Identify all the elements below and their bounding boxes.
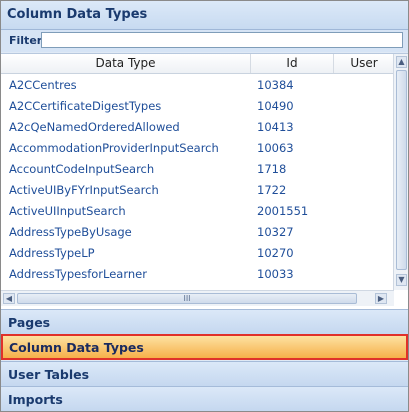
- table-row[interactable]: A2CCentres 10384: [1, 74, 394, 95]
- id-cell: 2001551: [257, 204, 309, 218]
- nav-user-tables-label: User Tables: [8, 367, 90, 382]
- panel-header: Column Data Types: [1, 1, 408, 30]
- id-cell: 1718: [257, 162, 287, 176]
- column-header-data-type[interactable]: Data Type: [1, 56, 250, 70]
- id-cell: 10327: [257, 225, 294, 239]
- horizontal-scrollbar[interactable]: ◀ III ▶: [1, 290, 394, 306]
- column-header-user[interactable]: User: [334, 56, 394, 70]
- panel-title: Column Data Types: [7, 7, 148, 22]
- table-row[interactable]: AgeBand 2001357: [1, 284, 394, 289]
- vertical-scrollbar[interactable]: ▲ ▼: [393, 54, 408, 290]
- horizontal-scroll-thumb[interactable]: III: [17, 293, 357, 304]
- data-type-cell: A2CCertificateDigestTypes: [9, 99, 162, 113]
- scroll-down-arrow-icon[interactable]: ▼: [396, 274, 407, 286]
- table-row[interactable]: A2CCertificateDigestTypes 10490: [1, 95, 394, 116]
- data-type-cell: ActiveUIInputSearch: [9, 204, 126, 218]
- filter-bar: Filter: [1, 30, 408, 52]
- data-type-cell: AgeBand: [9, 288, 61, 289]
- scroll-up-arrow-icon[interactable]: ▲: [396, 56, 407, 68]
- id-cell: 1722: [257, 183, 287, 197]
- table-row[interactable]: AccommodationProviderInputSearch 10063: [1, 137, 394, 158]
- scroll-right-arrow-icon[interactable]: ▶: [375, 293, 387, 304]
- id-cell: 10384: [257, 78, 294, 92]
- id-cell: 2001357: [257, 288, 308, 289]
- id-cell: 10063: [257, 141, 294, 155]
- data-types-grid: Data Type Id User A2CCentres 10384 A2CCert…: [1, 53, 408, 309]
- table-row[interactable]: AddressTypesforLearner 10033: [1, 263, 394, 284]
- filter-input[interactable]: [41, 32, 403, 48]
- nav-column-data-types-label: Column Data Types: [9, 340, 144, 355]
- scroll-left-arrow-icon[interactable]: ◀: [3, 293, 15, 304]
- id-cell: 10033: [257, 267, 294, 281]
- table-row[interactable]: AddressTypeLP 10270: [1, 242, 394, 263]
- table-row[interactable]: AccountCodeInputSearch 1718: [1, 158, 394, 179]
- nav-column-data-types[interactable]: Column Data Types: [1, 334, 408, 360]
- column-data-types-panel: Column Data Types Filter Data Type Id Us…: [0, 0, 409, 412]
- data-type-cell: AddressTypeByUsage: [9, 225, 132, 239]
- nav-pages-label: Pages: [8, 315, 51, 330]
- data-type-cell: AddressTypeLP: [9, 246, 95, 260]
- nav-user-tables[interactable]: User Tables: [1, 361, 408, 387]
- data-type-cell: A2cQeNamedOrderedAllowed: [9, 120, 180, 134]
- table-row[interactable]: A2cQeNamedOrderedAllowed 10413: [1, 116, 394, 137]
- table-row[interactable]: AddressTypeByUsage 10327: [1, 221, 394, 242]
- nav-imports[interactable]: Imports: [1, 386, 408, 411]
- nav-pages[interactable]: Pages: [1, 309, 408, 335]
- data-type-cell: A2CCentres: [9, 78, 77, 92]
- grid-column-header: Data Type Id User: [1, 54, 394, 74]
- table-row[interactable]: ActiveUIByFYrInputSearch 1722: [1, 179, 394, 200]
- filter-label: Filter: [9, 34, 43, 47]
- data-type-cell: ActiveUIByFYrInputSearch: [9, 183, 159, 197]
- column-header-id[interactable]: Id: [251, 56, 333, 70]
- vertical-scroll-thumb[interactable]: [396, 70, 407, 270]
- data-type-cell: AccommodationProviderInputSearch: [9, 141, 219, 155]
- id-cell: 10490: [257, 99, 294, 113]
- table-row[interactable]: ActiveUIInputSearch 2001551: [1, 200, 394, 221]
- data-type-cell: AddressTypesforLearner: [9, 267, 147, 281]
- id-cell: 10270: [257, 246, 294, 260]
- id-cell: 10413: [257, 120, 294, 134]
- data-type-cell: AccountCodeInputSearch: [9, 162, 155, 176]
- nav-imports-label: Imports: [8, 392, 63, 407]
- grid-rows: A2CCentres 10384 A2CCertificateDigestTypes…: [1, 74, 394, 289]
